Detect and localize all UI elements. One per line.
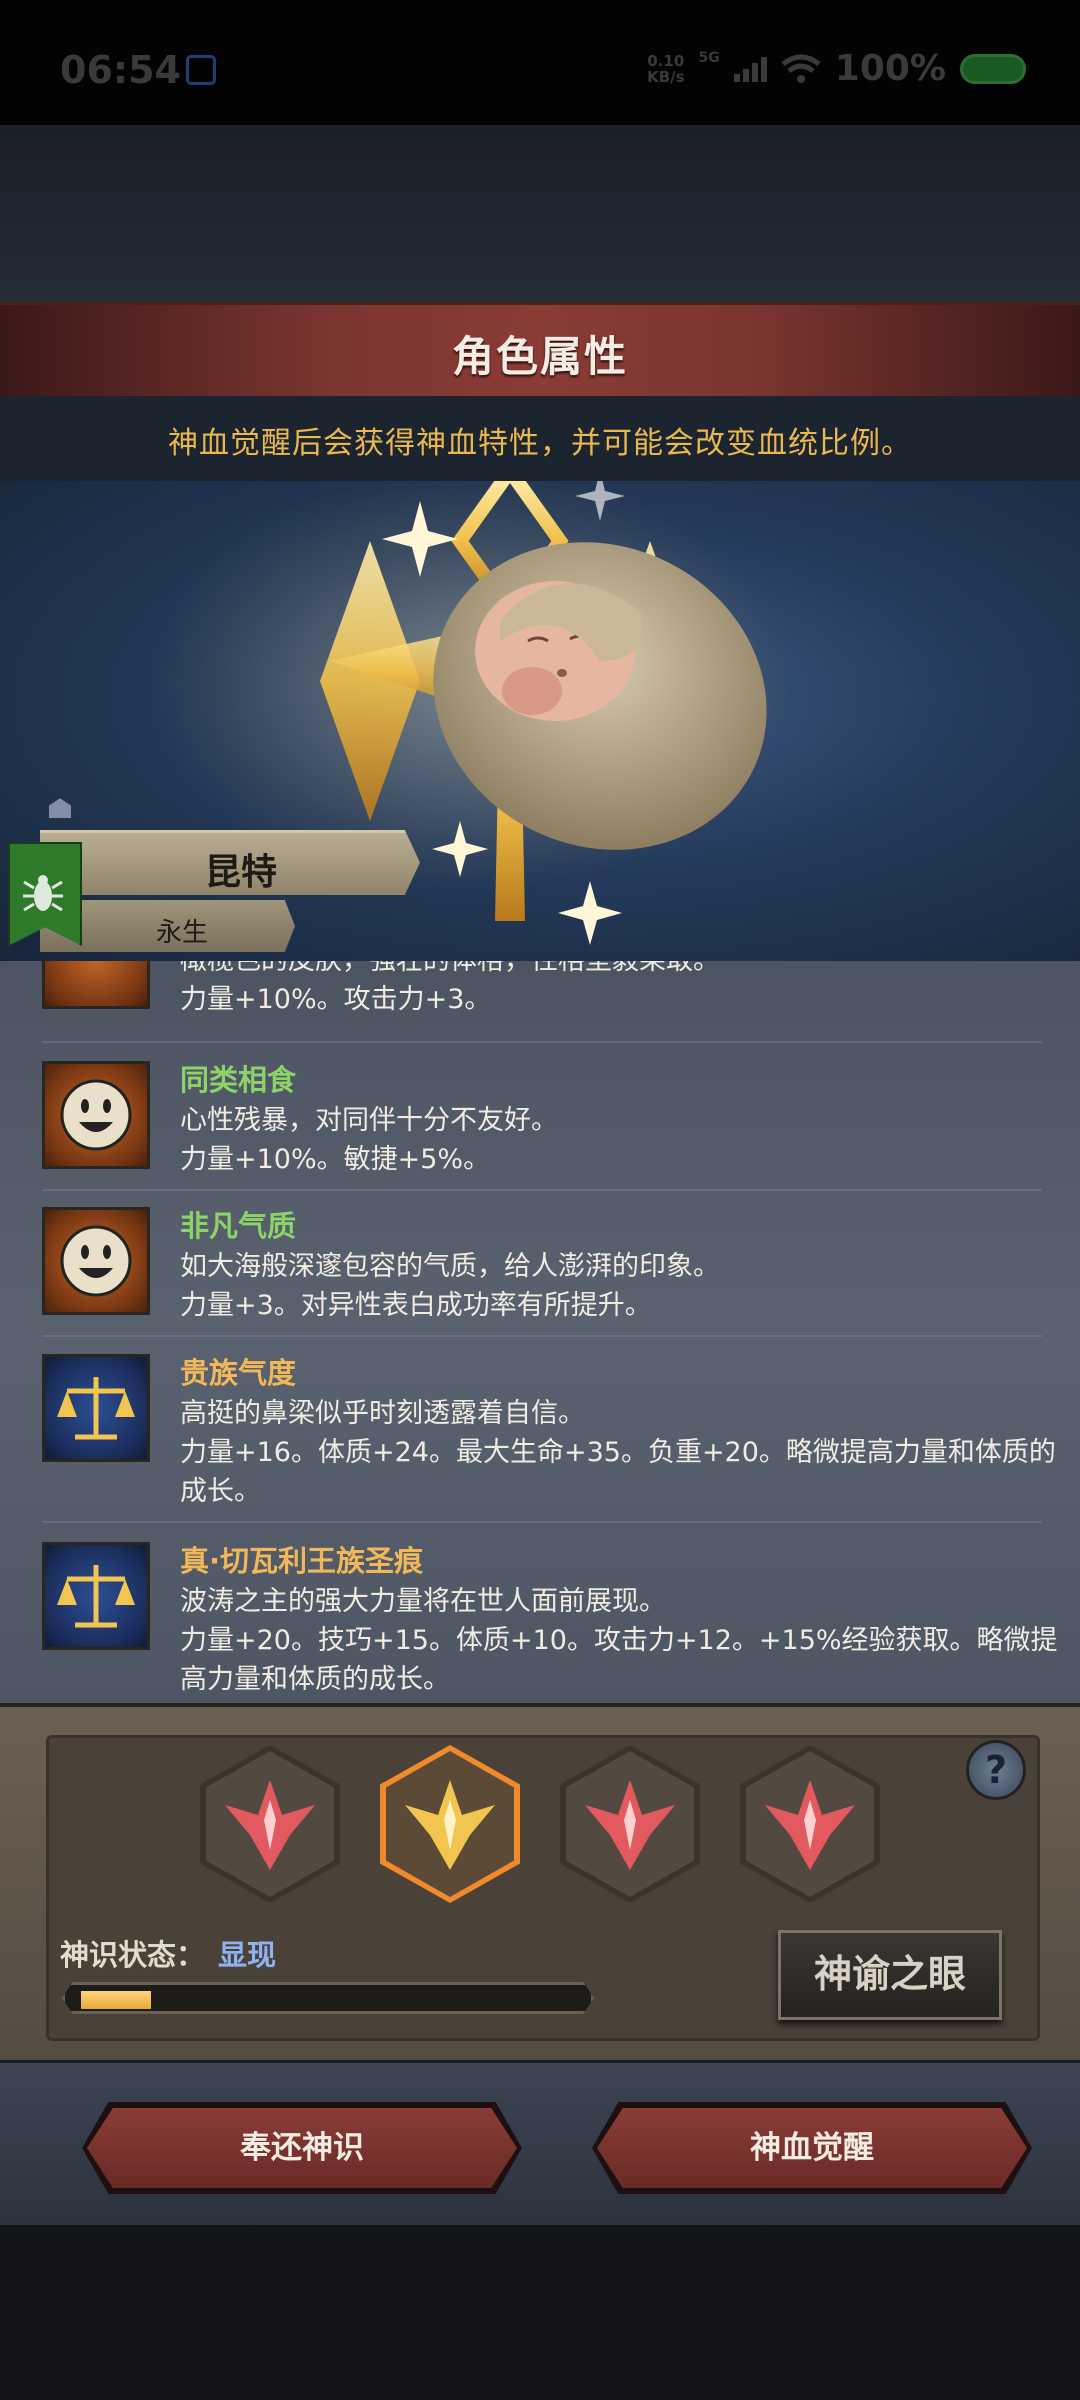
notice-text: 神血觉醒后会获得神血特性，并可能会改变血统比例。 xyxy=(168,426,912,461)
scale-icon xyxy=(42,1542,150,1650)
background-band xyxy=(0,125,1080,305)
divine-progress-bar xyxy=(62,1982,594,2014)
notice-bar: 神血觉醒后会获得神血特性，并可能会改变血统比例。 xyxy=(0,396,1080,481)
rank-icon xyxy=(47,795,73,820)
trait-description: 橄榄色的皮肤，强壮的体格，性格坚毅果敢。 力量+10%。攻击力+3。 xyxy=(180,961,1080,1019)
trait-name: 非凡气质 xyxy=(180,1209,297,1243)
divider xyxy=(42,1521,1042,1523)
panel-header: 角色属性 xyxy=(0,302,1080,400)
crest-icon xyxy=(765,1780,855,1870)
face-icon xyxy=(42,961,150,1009)
divider xyxy=(42,1041,1042,1043)
status-time: 06:54 xyxy=(60,48,181,92)
trait-list[interactable]: 橄榄色的皮肤，强壮的体格，性格坚毅果敢。 力量+10%。攻击力+3。 同类相食 … xyxy=(0,961,1080,1703)
wifi-icon xyxy=(781,54,821,83)
trait-line: 力量+10%。敏捷+5%。 xyxy=(180,1144,491,1175)
help-icon[interactable]: ? xyxy=(966,1740,1026,1800)
net-speed-unit: KB/s xyxy=(647,67,685,86)
scale-icon xyxy=(42,1354,150,1462)
network-speed: 0.10 KB/s xyxy=(647,53,684,85)
character-name: 昆特 xyxy=(205,852,278,893)
divine-slot-1[interactable] xyxy=(200,1745,340,1903)
trait-line: 力量+16。体质+24。最大生命+35。负重+20。略微提高力量和体质的成长。 xyxy=(180,1437,1056,1507)
face-icon xyxy=(42,1061,150,1169)
divine-slot-3[interactable] xyxy=(560,1745,700,1903)
trait-description: 心性残暴，对同伴十分不友好。 力量+10%。敏捷+5%。 xyxy=(180,1101,1080,1179)
trait-line: 高挺的鼻梁似乎时刻透露着自信。 xyxy=(180,1398,585,1429)
trait-line: 力量+20。技巧+15。体质+10。攻击力+12。+15%经验获取。略微提高力量… xyxy=(180,1625,1058,1695)
trait-description: 波涛之主的强大力量将在世人面前展现。 力量+20。技巧+15。体质+10。攻击力… xyxy=(180,1582,1080,1699)
battery-icon xyxy=(960,53,1026,84)
trait-line: 力量+3。对异性表白成功率有所提升。 xyxy=(180,1290,652,1321)
network-type: 5G xyxy=(698,50,720,66)
crest-icon xyxy=(225,1780,315,1870)
face-icon xyxy=(42,1207,150,1315)
page-title: 角色属性 xyxy=(451,332,628,381)
divider xyxy=(42,1335,1042,1337)
bottom-background xyxy=(0,2225,1080,2400)
trait-name: 真·切瓦利王族圣痕 xyxy=(180,1544,424,1578)
trait-description: 如大海般深邃包容的气质，给人澎湃的印象。 力量+3。对异性表白成功率有所提升。 xyxy=(180,1247,1080,1325)
divine-state-value: 显现 xyxy=(218,1938,277,1972)
trait-line: 波涛之主的强大力量将在世人面前展现。 xyxy=(180,1586,666,1617)
trait-line: 如大海般深邃包容的气质，给人澎湃的印象。 xyxy=(180,1251,720,1282)
crest-icon xyxy=(405,1780,495,1870)
trait-name: 同类相食 xyxy=(180,1063,297,1097)
divine-progress-fill xyxy=(81,1991,151,2009)
net-speed-value: 0.10 xyxy=(647,51,685,70)
character-name-banner: 昆特 xyxy=(40,830,420,895)
divider xyxy=(42,1189,1042,1191)
divine-state-label: 神识状态： xyxy=(60,1938,206,1972)
status-bar: 06:54 0.10 KB/s 5G 100% xyxy=(0,0,1080,125)
trait-name: 贵族气度 xyxy=(180,1356,297,1390)
status-right: 0.10 KB/s 5G 100% xyxy=(647,48,1026,89)
app-notification-icon xyxy=(186,55,216,85)
blood-awaken-button[interactable]: 神血觉醒 xyxy=(597,2108,1027,2188)
battery-percent: 100% xyxy=(834,48,946,89)
divine-slot-2[interactable] xyxy=(380,1745,520,1903)
character-subtitle: 永生 xyxy=(156,918,209,948)
signal-icon xyxy=(733,56,767,82)
trait-line: 力量+10%。攻击力+3。 xyxy=(180,984,492,1015)
trait-description: 高挺的鼻梁似乎时刻透露着自信。 力量+16。体质+24。最大生命+35。负重+2… xyxy=(180,1394,1080,1511)
divine-slot-4[interactable] xyxy=(740,1745,880,1903)
insect-icon xyxy=(23,875,63,912)
return-divine-button[interactable]: 奉还神识 xyxy=(87,2108,517,2188)
crest-icon xyxy=(585,1780,675,1870)
trait-line: 橄榄色的皮肤，强壮的体格，性格坚毅果敢。 xyxy=(180,961,1080,980)
trait-line: 心性残暴，对同伴十分不友好。 xyxy=(180,1105,558,1136)
oracle-eye-button[interactable]: 神谕之眼 xyxy=(778,1930,1002,2020)
divine-slot-row xyxy=(46,1735,1034,1915)
